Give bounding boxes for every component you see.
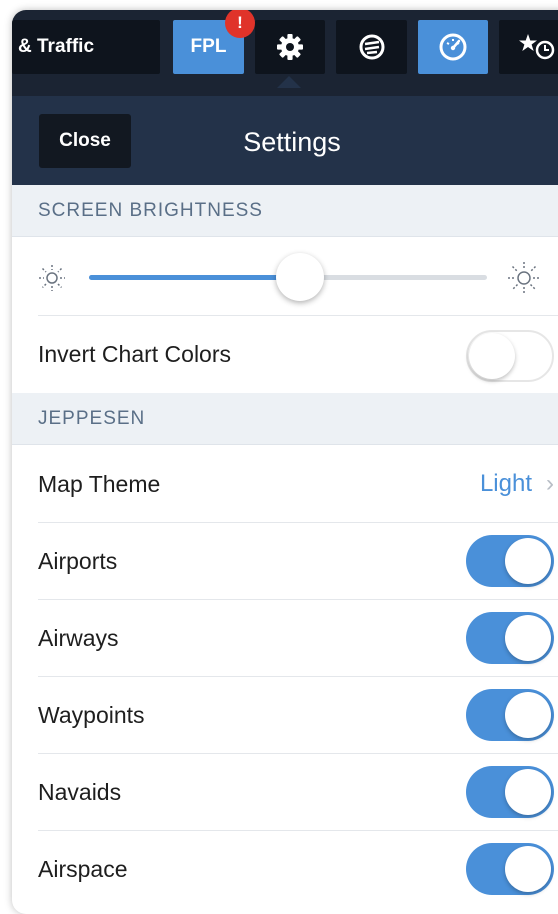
section-title-brightness: SCREEN BRIGHTNESS xyxy=(38,199,263,221)
section-title-jeppesen: JEPPESEN xyxy=(38,407,146,429)
airways-toggle[interactable] xyxy=(466,612,554,664)
layer-label-waypoints: Waypoints xyxy=(38,701,145,728)
fpl-alert-badge-text: ! xyxy=(237,13,243,32)
gauge-icon xyxy=(439,33,467,61)
brightness-slider-fill xyxy=(89,275,300,280)
fpl-alert-badge: ! xyxy=(225,10,255,38)
sun-bright-icon xyxy=(508,262,540,294)
layer-label-navaids: Navaids xyxy=(38,778,122,805)
brightness-slider-thumb[interactable] xyxy=(275,253,324,301)
airspace-toggle[interactable] xyxy=(466,843,554,895)
brightness-slider[interactable] xyxy=(89,253,487,301)
toggle-knob xyxy=(469,333,515,379)
toggle-knob xyxy=(505,538,551,584)
toggle-knob xyxy=(505,846,551,892)
map-theme-value: Light xyxy=(479,470,532,497)
close-button[interactable]: Close xyxy=(39,114,131,168)
fpl-tab-label: FPL xyxy=(190,36,227,57)
popover-pointer xyxy=(277,76,301,88)
airports-toggle[interactable] xyxy=(466,535,554,587)
settings-panel: & Traffic FPL ! Close Settings SCREEN BR… xyxy=(12,10,558,914)
star-clock-icon xyxy=(519,34,555,60)
invert-chart-colors-label: Invert Chart Colors xyxy=(38,341,232,367)
favorites-tab[interactable] xyxy=(499,20,558,74)
page-title: Settings xyxy=(243,127,341,157)
layer-label-airways: Airways xyxy=(38,624,119,651)
gear-icon xyxy=(277,34,303,60)
map-theme-row[interactable]: Map Theme Light › xyxy=(12,446,558,522)
section-header-brightness: SCREEN BRIGHTNESS xyxy=(12,185,558,237)
layer-label-airspace: Airspace xyxy=(38,855,128,882)
settings-tab[interactable] xyxy=(255,20,325,74)
traffic-tab[interactable]: & Traffic xyxy=(12,20,160,74)
chart-icon xyxy=(359,34,384,60)
map-theme-label: Map Theme xyxy=(38,470,161,497)
navaids-toggle[interactable] xyxy=(466,766,554,818)
charts-tab[interactable] xyxy=(336,20,407,74)
toggle-knob xyxy=(505,769,551,815)
toggle-knob xyxy=(505,615,551,661)
traffic-tab-label: & Traffic xyxy=(18,36,95,57)
toggle-knob xyxy=(505,692,551,738)
invert-chart-colors-toggle[interactable] xyxy=(466,330,554,382)
layer-label-airports: Airports xyxy=(38,547,118,574)
close-button-label: Close xyxy=(59,130,111,151)
waypoints-toggle[interactable] xyxy=(466,689,554,741)
instruments-tab[interactable] xyxy=(418,20,488,74)
chevron-right-icon: › xyxy=(546,470,554,497)
sun-dim-icon xyxy=(39,265,65,291)
top-toolbar: & Traffic FPL ! xyxy=(12,10,558,96)
section-header-jeppesen: JEPPESEN xyxy=(12,393,558,445)
